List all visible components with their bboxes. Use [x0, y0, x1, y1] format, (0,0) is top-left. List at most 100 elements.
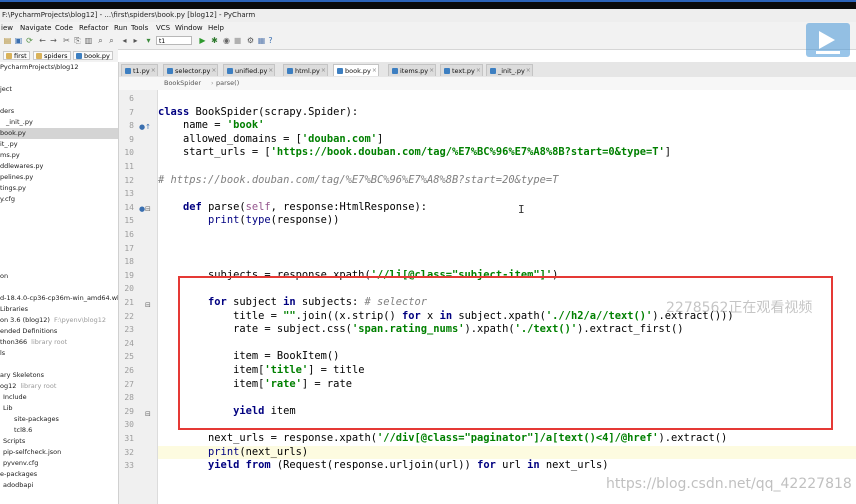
code-line[interactable] — [158, 92, 856, 106]
tab-t1[interactable]: t1.py × — [121, 64, 158, 76]
tree-item[interactable]: ended Definitions — [0, 326, 57, 337]
menu-window[interactable]: Window — [175, 24, 203, 32]
menu-code[interactable]: Code — [55, 24, 73, 32]
tree-item[interactable]: Lib — [0, 403, 13, 414]
run-config-icon[interactable]: ▾ — [144, 36, 153, 45]
tree-item[interactable]: tcl8.6 — [0, 425, 32, 436]
code-line[interactable]: print(type(response)) — [158, 214, 856, 228]
tree-item[interactable]: it_.py — [0, 139, 18, 150]
cut-icon[interactable]: ✂ — [62, 36, 71, 45]
code-line[interactable]: start_urls = ['https://book.douban.com/t… — [158, 146, 856, 160]
tree-item[interactable]: Libraries — [0, 304, 28, 315]
run-config-select[interactable]: t1 — [156, 36, 192, 45]
run-icon[interactable]: ▶ — [198, 36, 207, 45]
tree-item[interactable]: d-18.4.0-cp36-cp36m-win_amd64.wh — [0, 293, 118, 304]
menu-vcs[interactable]: VCS — [156, 24, 170, 32]
breadcrumb-class[interactable]: BookSpider — [164, 79, 201, 87]
override-marker-icon[interactable]: ● — [139, 203, 145, 217]
replace-icon[interactable]: ⌕ — [107, 36, 116, 45]
tree-item[interactable]: book.py — [0, 128, 118, 139]
nav-crumb-first[interactable]: first — [3, 51, 30, 60]
code-line[interactable]: print(next_urls) — [158, 445, 856, 460]
close-icon[interactable]: × — [372, 65, 377, 77]
tab-unified[interactable]: unified.py × — [223, 64, 276, 77]
tab-book[interactable]: book.py × — [333, 64, 379, 76]
code-line[interactable]: name = 'book' — [158, 119, 856, 133]
menu-view[interactable]: iew — [1, 24, 13, 32]
debug-icon[interactable]: ✱ — [210, 36, 219, 45]
code-line[interactable] — [158, 242, 856, 256]
tree-item[interactable]: ders — [0, 106, 14, 117]
nav-crumb-book[interactable]: book.py — [73, 51, 113, 60]
open-icon[interactable]: ▤ — [3, 36, 12, 45]
nav-forward-icon[interactable]: ▸ — [131, 36, 140, 45]
code-line[interactable]: class BookSpider(scrapy.Spider): — [158, 106, 856, 120]
help-icon[interactable]: ? — [266, 36, 275, 45]
tree-item[interactable]: pyvenv.cfg — [0, 458, 38, 469]
tree-item[interactable]: pelines.py — [0, 172, 33, 183]
tree-item[interactable]: ls — [0, 348, 5, 359]
close-icon[interactable]: × — [321, 65, 326, 77]
play-video-icon[interactable] — [806, 23, 850, 57]
tree-item[interactable]: thon366 library root — [0, 337, 67, 348]
structure-icon[interactable]: ▦ — [257, 36, 266, 45]
code-line[interactable]: def parse(self, response:HtmlResponse): — [158, 201, 856, 215]
code-line[interactable] — [158, 187, 856, 201]
code-line[interactable] — [158, 228, 856, 242]
find-icon[interactable]: ⌕ — [96, 36, 105, 45]
tree-item[interactable]: ms.py — [0, 150, 20, 161]
close-icon[interactable]: × — [151, 65, 156, 77]
close-icon[interactable]: × — [429, 65, 434, 77]
breadcrumb-method[interactable]: parse() — [216, 79, 239, 87]
fold-marker-icon[interactable]: ⊟ — [145, 408, 151, 422]
back-icon[interactable]: ← — [38, 36, 47, 45]
nav-back-icon[interactable]: ◂ — [120, 36, 129, 45]
code-line[interactable] — [158, 255, 856, 269]
tree-item[interactable]: adodbapi — [0, 480, 33, 491]
tree-item[interactable]: ject — [0, 84, 12, 95]
tree-item[interactable]: Scripts — [0, 436, 25, 447]
close-icon[interactable]: × — [526, 65, 531, 77]
tree-item[interactable]: _init_.py — [0, 117, 33, 128]
close-icon[interactable]: × — [268, 65, 273, 77]
fold-marker-icon[interactable]: ⊟ — [145, 299, 151, 313]
menu-navigate[interactable]: Navigate — [20, 24, 51, 32]
tab-selector[interactable]: selector.py × — [163, 64, 219, 77]
stop-icon[interactable]: ■ — [233, 36, 242, 45]
code-line[interactable]: yield from (Request(response.urljoin(url… — [158, 459, 856, 473]
override-marker-icon[interactable]: ●↑ — [139, 121, 151, 135]
copy-icon[interactable]: ⎘ — [73, 36, 82, 45]
tree-item[interactable]: PycharmProjects\blog12 — [0, 62, 78, 73]
sync-icon[interactable]: ⟳ — [25, 36, 34, 45]
code-line[interactable]: next_urls = response.xpath('//div[@class… — [158, 432, 856, 446]
tree-item[interactable]: on 3.6 (blog12) F:\pyenv\blog12 — [0, 315, 106, 326]
tree-item[interactable]: tings.py — [0, 183, 26, 194]
menu-help[interactable]: Help — [208, 24, 224, 32]
settings-icon[interactable]: ⚙ — [246, 36, 255, 45]
paste-icon[interactable]: ▥ — [84, 36, 93, 45]
menu-refactor[interactable]: Refactor — [79, 24, 108, 32]
fold-marker-icon[interactable]: ⊟ — [145, 203, 151, 217]
nav-crumb-spiders[interactable]: spiders — [33, 51, 71, 60]
menu-tools[interactable]: Tools — [131, 24, 148, 32]
tab-text[interactable]: text.py × — [440, 64, 483, 76]
coverage-icon[interactable]: ◉ — [222, 36, 231, 45]
tree-item[interactable]: pip-selfcheck.json — [0, 447, 61, 458]
code-line[interactable]: allowed_domains = ['douban.com'] — [158, 133, 856, 147]
forward-icon[interactable]: → — [49, 36, 58, 45]
close-icon[interactable]: × — [476, 65, 481, 77]
menu-run[interactable]: Run — [114, 24, 127, 32]
tree-item[interactable]: y.cfg — [0, 194, 15, 205]
code-line[interactable]: # https://book.douban.com/tag/%E7%BC%96%… — [158, 174, 856, 188]
code-line[interactable] — [158, 160, 856, 174]
tab-init[interactable]: _init_.py × — [486, 64, 533, 76]
tree-item[interactable]: e-packages — [0, 469, 37, 480]
tree-item[interactable]: Include — [0, 392, 27, 403]
tree-item[interactable]: site-packages — [0, 414, 59, 425]
tree-item[interactable]: ary Skeletons — [0, 370, 44, 381]
tree-item[interactable]: on — [0, 271, 8, 282]
close-icon[interactable]: × — [211, 65, 216, 77]
tree-item[interactable]: ddlewares.py — [0, 161, 43, 172]
tab-items[interactable]: items.py × — [388, 64, 437, 77]
tree-item[interactable]: og12 library root — [0, 381, 56, 392]
